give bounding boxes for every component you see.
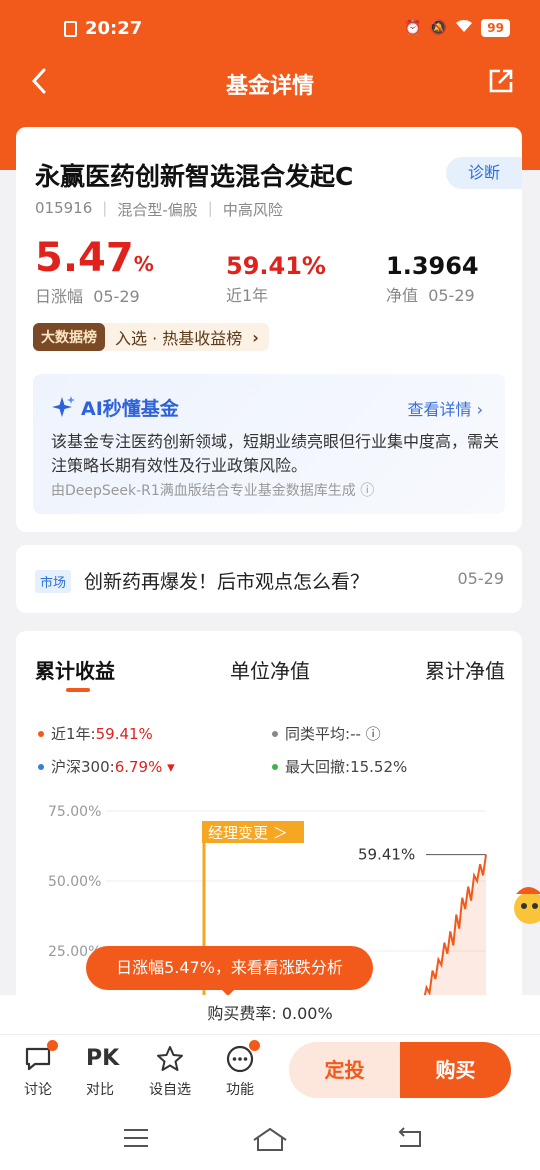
- year-return-label: 近1年: [226, 286, 269, 305]
- compare-button[interactable]: PK 对比: [75, 1045, 125, 1099]
- buy-button[interactable]: 购买: [400, 1042, 511, 1098]
- news-card[interactable]: 市场 创新药再爆发！后市观点怎么看？ 05-29: [16, 545, 522, 613]
- diagnose-button[interactable]: 诊断: [446, 157, 522, 189]
- fee-bar: 购买费率: 0.00%: [0, 995, 540, 1035]
- chat-icon: [24, 1040, 58, 1073]
- page-title: 基金详情: [225, 74, 314, 99]
- bigdata-badge: 大数据榜: [33, 323, 105, 351]
- auto-invest-button[interactable]: 定投: [289, 1042, 400, 1098]
- legend-maxdd-label: 最大回撤:: [285, 758, 351, 776]
- legend-peer-label: 同类平均:: [285, 725, 351, 743]
- chart-tabs: 累计收益 单位净值 累计净值: [35, 655, 505, 684]
- daily-change-value: 5.47: [35, 235, 134, 281]
- divider: |: [207, 199, 213, 217]
- news-tag: 市场: [35, 570, 72, 593]
- pk-icon: PK: [86, 1046, 120, 1071]
- legend-dot: [272, 763, 278, 770]
- daily-change-label: 日涨幅: [35, 287, 84, 306]
- legend-dot: [38, 730, 44, 737]
- share-icon[interactable]: [486, 66, 516, 96]
- legend-maxdd: 最大回撤: 15.52%: [272, 756, 407, 777]
- legend-near1y-value: 59.41%: [95, 724, 153, 743]
- alarm-icon: ⏰: [404, 20, 422, 36]
- discuss-label: 讨论: [24, 1082, 52, 1098]
- legend-maxdd-value: 15.52%: [350, 757, 408, 776]
- fund-name: 永赢医药创新智选混合发起C: [35, 162, 354, 191]
- notification-icons: [64, 21, 77, 37]
- news-headline: 创新药再爆发！后市观点怎么看？: [84, 571, 370, 593]
- legend-hs300-value: 6.79% ▾: [114, 757, 175, 776]
- star-icon: [156, 1045, 184, 1073]
- fee-label: 购买费率:: [207, 1004, 277, 1023]
- back-nav-icon[interactable]: [396, 1126, 424, 1150]
- status-right-icons: ⏰ 🔕 99: [404, 19, 510, 37]
- analysis-toast[interactable]: 日涨幅5.47%，来看看涨跌分析: [86, 946, 373, 990]
- legend-hs300[interactable]: 沪深300: 6.79% ▾: [38, 756, 175, 777]
- badge-dot: [249, 1040, 260, 1051]
- divider: |: [102, 199, 108, 217]
- fee-value: 0.00%: [281, 1004, 333, 1023]
- watchlist-label: 设自选: [149, 1082, 191, 1098]
- add-watchlist-button[interactable]: 设自选: [145, 1045, 195, 1099]
- battery-icon: 99: [481, 19, 510, 37]
- legend-near1y-label: 近1年:: [51, 725, 96, 743]
- y-tick-label: 50.00%: [48, 874, 101, 890]
- nav-date: 05-29: [428, 286, 475, 305]
- daily-change-date: 05-29: [93, 287, 140, 306]
- y-tick-label: 75.00%: [48, 804, 101, 820]
- mute-icon: 🔕: [429, 20, 448, 36]
- legend-dot: [272, 730, 278, 737]
- legend-hs300-label: 沪深300:: [51, 758, 115, 776]
- tab-unit-nav[interactable]: 单位净值: [230, 655, 310, 684]
- status-time: 20:27: [85, 18, 143, 39]
- legend-peer-value: -- ⓘ: [350, 725, 381, 743]
- daily-change-metric: 5.47% 日涨幅 05-29: [35, 235, 154, 307]
- end-value-label: 59.41%: [358, 846, 415, 864]
- fund-type: 混合型-偏股: [117, 201, 198, 219]
- fund-info-card: 永赢医药创新智选混合发起C 诊断 015916 | 混合型-偏股 | 中高风险 …: [16, 127, 522, 532]
- ai-description: 该基金专注医药创新领域，短期业绩亮眼但行业集中度高，需关注策略长期有效性及行业政…: [51, 432, 500, 475]
- year-return-metric: 59.41% 近1年: [226, 252, 326, 306]
- status-bar: 20:27 ⏰ 🔕 99: [0, 0, 540, 60]
- nav-metric: 1.3964 净值 05-29: [386, 252, 479, 306]
- legend-dot: [38, 763, 44, 770]
- system-nav-bar: [0, 1112, 540, 1170]
- tab-cumulative-nav[interactable]: 累计净值: [425, 655, 505, 684]
- ai-title-text: AI秒懂基金: [81, 398, 179, 420]
- sparkle-icon: [52, 395, 75, 417]
- fund-code: 015916: [35, 199, 93, 217]
- bigdata-rank-banner[interactable]: 大数据榜 入选 · 热基收益榜 ›: [33, 323, 269, 351]
- bottom-action-bar: 讨论 PK 对比 设自选 功能 定投 购买: [0, 1035, 540, 1112]
- mascot-icon[interactable]: [508, 880, 540, 936]
- manager-change-label: 经理变更 ＞: [208, 824, 288, 842]
- nav-label: 净值: [386, 286, 419, 305]
- wifi-icon: [455, 19, 473, 37]
- ai-more-link[interactable]: 查看详情 ›: [408, 396, 484, 420]
- ai-source-note: 由DeepSeek-R1满血版结合专业基金数据库生成 ⓘ: [51, 483, 375, 499]
- functions-label: 功能: [226, 1082, 254, 1098]
- badge-dot: [47, 1040, 58, 1051]
- news-date: 05-29: [457, 569, 505, 588]
- home-icon[interactable]: [252, 1126, 288, 1152]
- nav-value: 1.3964: [386, 252, 479, 280]
- functions-button[interactable]: 功能: [215, 1040, 265, 1099]
- ai-title: AI秒懂基金: [51, 394, 179, 421]
- discuss-button[interactable]: 讨论: [13, 1040, 63, 1099]
- tab-underline: [66, 688, 90, 692]
- tab-cumulative-return[interactable]: 累计收益: [35, 655, 115, 684]
- notification-icon: [64, 21, 77, 37]
- fund-risk: 中高风险: [222, 201, 283, 219]
- legend-near1y: 近1年: 59.41%: [38, 723, 153, 744]
- compare-label: 对比: [86, 1082, 114, 1098]
- chevron-right-icon: ›: [252, 327, 259, 347]
- more-icon: [226, 1040, 260, 1073]
- menu-icon[interactable]: [122, 1126, 150, 1150]
- legend-peer: 同类平均: -- ⓘ: [272, 723, 381, 744]
- year-return-value: 59.41%: [226, 252, 326, 280]
- fund-meta: 015916 | 混合型-偏股 | 中高风险: [35, 199, 283, 220]
- daily-change-unit: %: [133, 252, 154, 276]
- ai-summary-box: AI秒懂基金 查看详情 › 该基金专注医药创新领域，短期业绩亮眼但行业集中度高，…: [33, 374, 505, 514]
- bigdata-text: 入选 · 热基收益榜: [115, 329, 243, 348]
